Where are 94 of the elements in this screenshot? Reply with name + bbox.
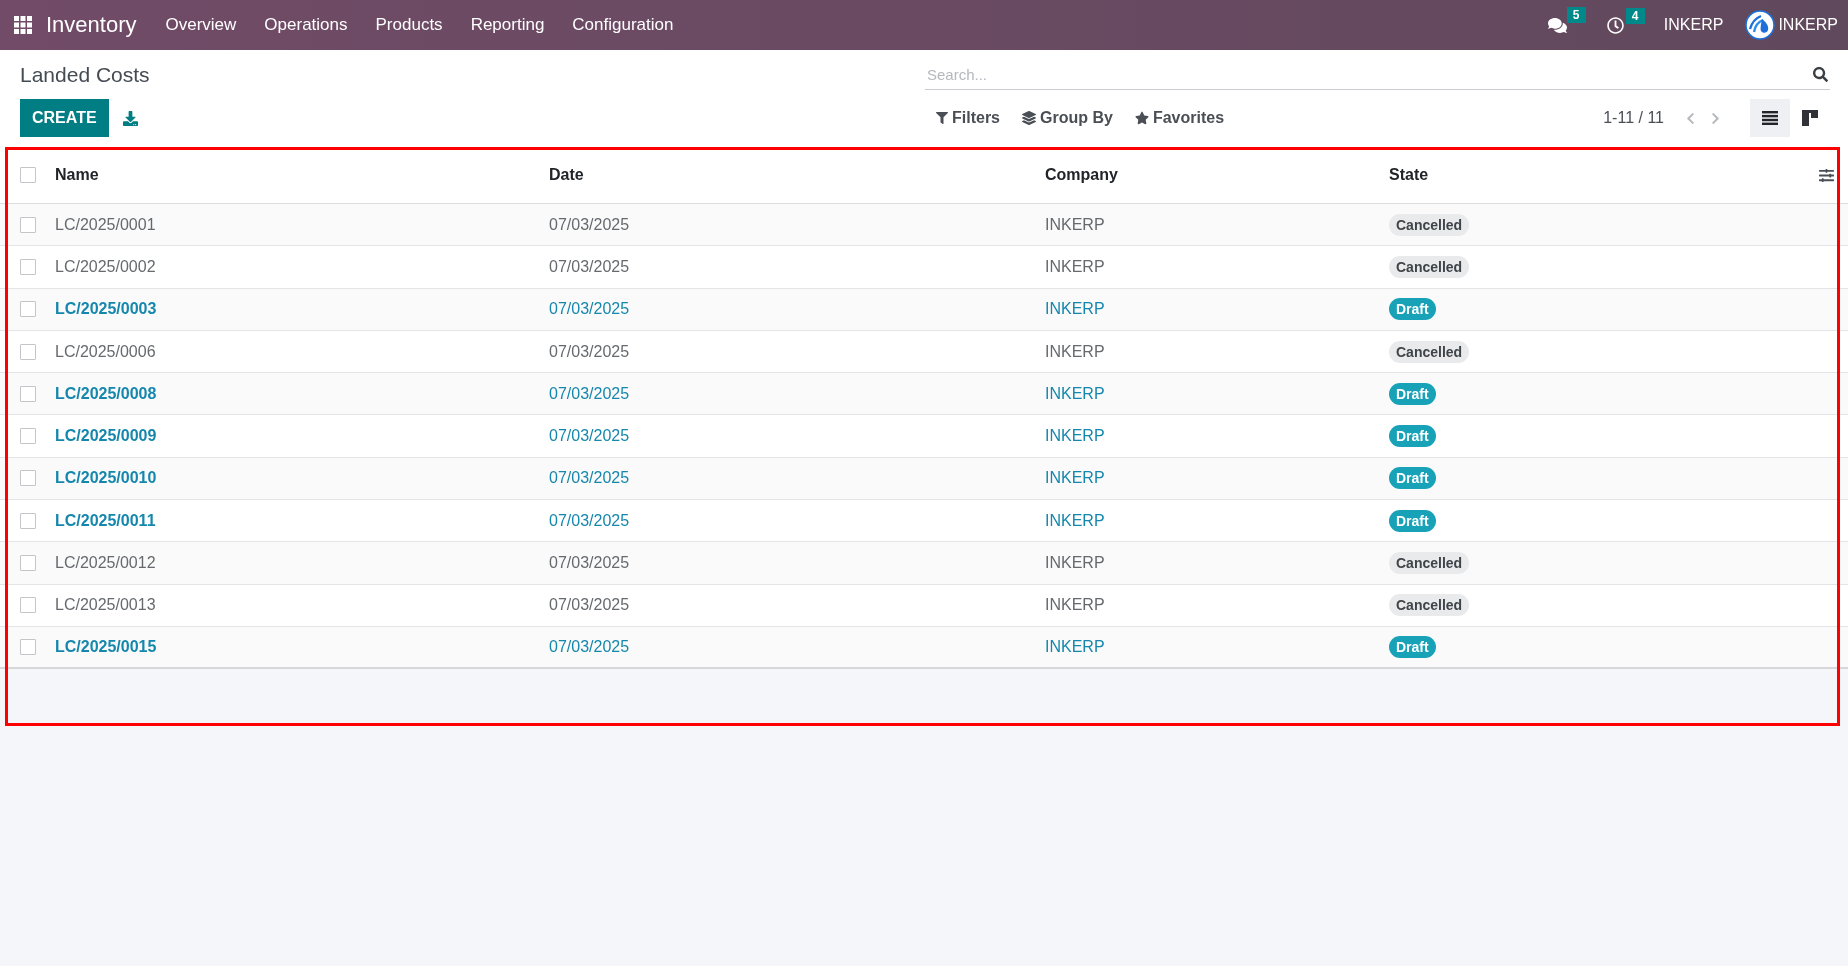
- state-badge: Draft: [1389, 509, 1436, 532]
- company-cell: INKERP: [1045, 638, 1105, 657]
- row-checkbox[interactable]: [20, 258, 36, 275]
- company-cell: INKERP: [1045, 427, 1105, 446]
- row-checkbox[interactable]: [20, 216, 36, 233]
- date-cell: 07/03/2025: [549, 511, 630, 530]
- menu-item[interactable]: Products: [361, 15, 457, 35]
- company-cell: INKERP: [1045, 596, 1105, 615]
- user-menu[interactable]: INKERP: [1745, 10, 1838, 40]
- download-icon: [122, 110, 138, 126]
- date-cell: 07/03/2025: [549, 554, 630, 572]
- date-cell: 07/03/2025: [549, 638, 630, 657]
- state-badge: Cancelled: [1389, 213, 1470, 236]
- create-button[interactable]: CREATE: [20, 99, 109, 137]
- date-cell: 07/03/2025: [549, 257, 630, 276]
- name-cell: LC/2025/0002: [55, 257, 156, 276]
- row-checkbox[interactable]: [20, 639, 36, 656]
- name-cell: LC/2025/0010: [55, 469, 157, 488]
- company-cell: INKERP: [1045, 342, 1105, 361]
- name-cell: LC/2025/0015: [55, 638, 157, 657]
- filters-button[interactable]: Filters: [936, 109, 1000, 127]
- date-cell: 07/03/2025: [549, 427, 630, 446]
- date-cell: 07/03/2025: [549, 300, 630, 319]
- row-checkbox[interactable]: [20, 301, 36, 318]
- state-badge: Draft: [1389, 636, 1436, 659]
- name-cell: LC/2025/0008: [55, 384, 157, 403]
- kanban-icon: [1802, 110, 1818, 126]
- select-all-checkbox[interactable]: [20, 167, 36, 183]
- row-checkbox[interactable]: [20, 555, 36, 571]
- name-cell: LC/2025/0011: [55, 511, 156, 530]
- menu-item[interactable]: Reporting: [456, 15, 559, 35]
- column-header[interactable]: Company: [1045, 166, 1118, 184]
- company-cell: INKERP: [1045, 554, 1105, 572]
- group-by-button[interactable]: Group By: [1022, 109, 1113, 127]
- column-header[interactable]: Name: [55, 166, 99, 184]
- column-header[interactable]: State: [1389, 166, 1429, 184]
- state-badge: Draft: [1389, 298, 1436, 321]
- download-button[interactable]: [120, 108, 140, 128]
- date-cell: 07/03/2025: [549, 215, 630, 234]
- date-cell: 07/03/2025: [549, 469, 630, 488]
- chat-bubbles-icon: [1547, 15, 1567, 35]
- state-badge: Cancelled: [1389, 552, 1470, 574]
- name-cell: LC/2025/0013: [55, 596, 156, 615]
- row-checkbox[interactable]: [20, 343, 36, 360]
- menu-item[interactable]: Operations: [250, 15, 362, 35]
- company-cell: INKERP: [1045, 469, 1105, 488]
- name-cell: LC/2025/0001: [55, 215, 156, 234]
- state-badge: Draft: [1389, 425, 1436, 448]
- apps-grid-icon[interactable]: [14, 16, 32, 34]
- column-header[interactable]: Date: [549, 166, 584, 184]
- count-badge: 4: [1625, 7, 1645, 24]
- company-cell: INKERP: [1045, 511, 1105, 530]
- filter-icon: [936, 112, 948, 124]
- optional-columns-button[interactable]: [1819, 167, 1834, 183]
- name-cell: LC/2025/0012: [55, 554, 156, 572]
- chevron-right-icon: [1709, 111, 1722, 125]
- star-icon: [1134, 111, 1149, 125]
- clock-icon: [1606, 16, 1624, 34]
- search-icon[interactable]: [1813, 67, 1828, 82]
- row-checkbox[interactable]: [20, 385, 36, 402]
- row-checkbox[interactable]: [20, 512, 36, 529]
- company-cell: INKERP: [1045, 257, 1105, 276]
- menu-item[interactable]: Configuration: [558, 15, 688, 35]
- state-badge: Cancelled: [1389, 255, 1470, 278]
- company-cell: INKERP: [1045, 300, 1105, 319]
- pager-value: 1-11 / 11: [1603, 109, 1664, 127]
- date-cell: 07/03/2025: [549, 342, 630, 361]
- state-badge: Draft: [1389, 467, 1436, 490]
- app-name[interactable]: Inventory: [46, 12, 137, 38]
- row-checkbox[interactable]: [20, 428, 36, 445]
- wave-logo-icon: [1745, 10, 1776, 40]
- page-title: Landed Costs: [20, 62, 151, 88]
- list-icon: [1762, 111, 1778, 125]
- sliders-icon: [1819, 167, 1834, 183]
- favorites-button[interactable]: Favorites: [1134, 109, 1225, 127]
- search-field[interactable]: Search...: [925, 60, 1830, 90]
- menu-item[interactable]: Overview: [151, 15, 251, 35]
- date-cell: 07/03/2025: [549, 384, 630, 403]
- company-cell: INKERP: [1045, 384, 1105, 403]
- layers-icon: [1022, 111, 1036, 125]
- company-name[interactable]: INKERP: [1663, 16, 1724, 34]
- row-checkbox[interactable]: [20, 470, 36, 487]
- state-badge: Cancelled: [1389, 340, 1470, 363]
- name-cell: LC/2025/0003: [55, 300, 157, 319]
- chevron-left-icon: [1684, 111, 1697, 125]
- row-checkbox[interactable]: [20, 597, 36, 614]
- state-badge: Draft: [1389, 382, 1436, 405]
- name-cell: LC/2025/0009: [55, 427, 157, 446]
- list-view-button[interactable]: [1750, 99, 1790, 137]
- date-cell: 07/03/2025: [549, 596, 630, 615]
- count-badge: 5: [1566, 6, 1586, 23]
- state-badge: Cancelled: [1389, 594, 1470, 617]
- company-cell: INKERP: [1045, 215, 1105, 234]
- name-cell: LC/2025/0006: [55, 342, 156, 361]
